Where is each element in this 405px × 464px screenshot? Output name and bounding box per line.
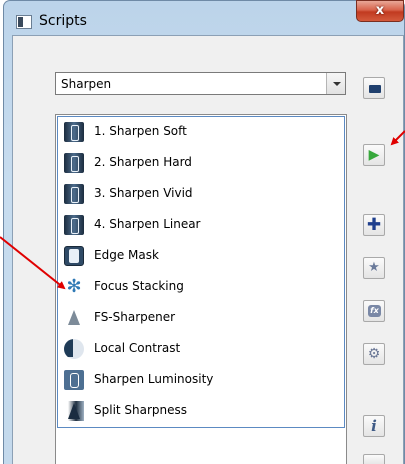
more-button[interactable]	[363, 454, 385, 464]
focus-stacking-icon: ✻	[66, 276, 82, 297]
split-sharpness-icon	[64, 401, 84, 421]
folder-button[interactable]	[363, 77, 385, 99]
play-icon: ▶	[368, 147, 380, 163]
list-item[interactable]: ✻ Focus Stacking	[64, 275, 334, 301]
window-app-icon	[16, 15, 32, 29]
list-item[interactable]: FS-Sharpener	[64, 306, 334, 332]
list-item[interactable]: Split Sharpness	[64, 399, 334, 425]
list-item-label: Focus Stacking	[94, 279, 184, 293]
list-item-label: Sharpen Luminosity	[94, 372, 214, 386]
run-script-button[interactable]: ▶	[363, 144, 385, 166]
dropdown-selected-value: Sharpen	[61, 77, 112, 91]
list-item-label: Split Sharpness	[94, 403, 188, 417]
list-item[interactable]: Edge Mask	[64, 244, 334, 270]
effects-button[interactable]	[363, 300, 385, 322]
list-item-label: Local Contrast	[94, 341, 181, 355]
window-client-area: Sharpen 1. Sharpen Soft 2. Sharpen Hard …	[12, 35, 404, 464]
settings-button[interactable]: ⚙	[363, 343, 385, 365]
star-icon: ★	[368, 260, 380, 275]
list-item-label: Edge Mask	[94, 248, 159, 262]
script-category-dropdown[interactable]: Sharpen	[55, 72, 346, 95]
plus-icon: ✚	[366, 215, 382, 235]
favorite-button[interactable]: ★	[363, 257, 385, 279]
sharpen-luminosity-icon	[64, 370, 84, 390]
edge-mask-icon	[64, 246, 84, 266]
chevron-down-icon[interactable]	[326, 73, 345, 94]
list-item-label: 1. Sharpen Soft	[94, 124, 187, 138]
script-list-focus-frame: 1. Sharpen Soft 2. Sharpen Hard 3. Sharp…	[57, 116, 345, 428]
gear-icon: ⚙	[367, 346, 381, 362]
sharpen-linear-icon	[64, 215, 84, 235]
info-icon: i	[371, 417, 377, 435]
close-button[interactable]: x	[356, 0, 404, 22]
sharpen-soft-icon	[64, 122, 84, 142]
list-item[interactable]: 3. Sharpen Vivid	[64, 182, 334, 208]
sharpen-vivid-icon	[64, 184, 84, 204]
list-item-label: 3. Sharpen Vivid	[94, 186, 193, 200]
list-item[interactable]: Local Contrast	[64, 337, 334, 363]
sharpen-hard-icon	[64, 153, 84, 173]
window-title: Scripts	[39, 13, 87, 29]
add-script-button[interactable]: ✚	[363, 214, 385, 236]
list-item[interactable]: 4. Sharpen Linear	[64, 213, 334, 239]
list-item-label: 2. Sharpen Hard	[94, 155, 192, 169]
script-list[interactable]: 1. Sharpen Soft 2. Sharpen Hard 3. Sharp…	[55, 114, 347, 464]
scripts-window: Scripts x Sharpen 1. Sharpen Soft 2. Sha…	[3, 0, 405, 464]
list-item[interactable]: 1. Sharpen Soft	[64, 120, 334, 146]
info-button[interactable]: i	[363, 415, 385, 437]
list-item-label: FS-Sharpener	[94, 310, 176, 324]
local-contrast-icon	[64, 339, 84, 359]
list-item[interactable]: Sharpen Luminosity	[64, 368, 334, 394]
list-item-label: 4. Sharpen Linear	[94, 217, 201, 231]
list-item[interactable]: 2. Sharpen Hard	[64, 151, 334, 177]
title-bar[interactable]: Scripts x	[4, 0, 404, 35]
fs-sharpener-icon	[64, 308, 84, 328]
